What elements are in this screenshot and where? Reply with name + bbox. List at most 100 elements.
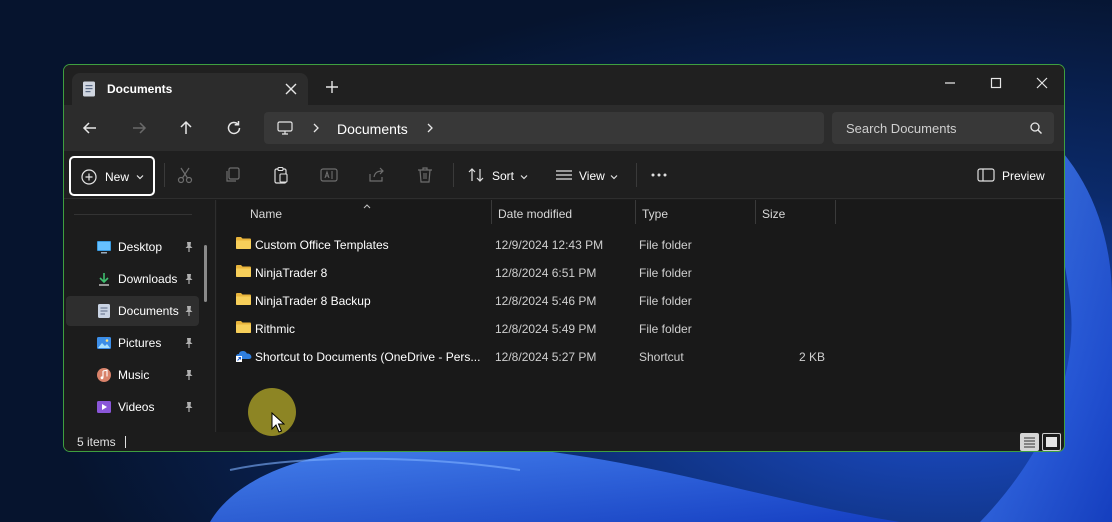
sidebar-item-label: Documents [118, 304, 179, 318]
new-button[interactable]: New [69, 156, 155, 196]
column-header-date[interactable]: Date modified [498, 207, 572, 221]
table-row[interactable]: NinjaTrader 8 12/8/2024 6:51 PM File fol… [233, 258, 843, 286]
up-arrow-icon[interactable] [175, 117, 197, 139]
sidebar-item-downloads[interactable]: Downloads [66, 264, 199, 294]
file-type: File folder [639, 238, 692, 252]
sidebar-scrollbar[interactable] [204, 245, 207, 302]
music-icon [96, 367, 112, 383]
sort-button[interactable]: Sort [492, 169, 514, 183]
document-icon [96, 303, 112, 319]
column-divider[interactable] [835, 200, 836, 224]
sidebar-item-label: Downloads [118, 272, 178, 286]
tab-documents[interactable]: Documents [72, 73, 308, 105]
sidebar-item-videos[interactable]: Videos [66, 392, 199, 422]
forward-arrow-icon[interactable] [128, 117, 150, 139]
pin-icon[interactable] [184, 273, 194, 288]
search-placeholder: Search Documents [846, 121, 957, 136]
chevron-right-icon[interactable] [425, 122, 435, 137]
column-divider[interactable] [755, 200, 756, 224]
new-tab-icon[interactable] [324, 79, 340, 95]
file-type: File folder [639, 294, 692, 308]
item-count: 5 items [77, 435, 116, 449]
sidebar-item-music[interactable]: Music [66, 360, 199, 390]
column-header-type[interactable]: Type [642, 207, 668, 221]
chevron-right-icon[interactable] [311, 122, 321, 137]
navigation-pane: Desktop Downloads Documents Pictures Mus… [64, 200, 216, 432]
refresh-icon[interactable] [223, 117, 245, 139]
status-bar: 5 items [64, 432, 1064, 451]
pin-icon[interactable] [184, 337, 194, 352]
back-arrow-icon[interactable] [79, 117, 101, 139]
this-pc-icon[interactable] [277, 121, 293, 138]
chevron-down-icon[interactable] [519, 171, 529, 185]
sidebar-item-documents[interactable]: Documents [66, 296, 199, 326]
pin-icon[interactable] [184, 401, 194, 416]
paste-icon[interactable] [271, 165, 291, 185]
delete-icon[interactable] [415, 165, 435, 185]
table-row[interactable]: Shortcut to Documents (OneDrive - Pers..… [233, 342, 843, 370]
table-row[interactable]: Custom Office Templates 12/9/2024 12:43 … [233, 230, 843, 258]
file-name: NinjaTrader 8 [255, 266, 328, 280]
navigation-bar: Documents Search Documents [64, 105, 1064, 151]
pin-icon[interactable] [184, 369, 194, 384]
videos-icon [96, 399, 112, 415]
chevron-down-icon[interactable] [609, 171, 619, 185]
sort-ascending-icon [362, 199, 372, 213]
details-view-icon[interactable] [1020, 433, 1039, 451]
sidebar-item-pictures[interactable]: Pictures [66, 328, 199, 358]
plus-circle-icon [80, 168, 98, 189]
maximize-icon[interactable] [984, 71, 1008, 95]
toolbar-divider [453, 163, 454, 187]
document-icon [82, 81, 96, 100]
file-size: 2 KB [798, 350, 825, 364]
sidebar-item-label: Videos [118, 400, 155, 414]
address-bar[interactable]: Documents [264, 112, 824, 144]
pictures-icon [96, 335, 112, 351]
more-options-icon[interactable] [649, 165, 669, 185]
rename-icon[interactable] [319, 165, 339, 185]
file-date: 12/9/2024 12:43 PM [495, 238, 604, 252]
table-row[interactable]: Rithmic 12/8/2024 5:49 PM File folder [233, 314, 843, 342]
column-header-name[interactable]: Name [250, 207, 282, 221]
sort-icon[interactable] [466, 165, 486, 185]
search-icon[interactable] [1029, 121, 1043, 138]
view-icon[interactable] [554, 165, 574, 185]
command-bar: New Sort View Preview [64, 151, 1064, 199]
table-row[interactable]: NinjaTrader 8 Backup 12/8/2024 5:46 PM F… [233, 286, 843, 314]
tiles-view-icon[interactable] [1042, 433, 1061, 451]
sidebar-item-desktop[interactable]: Desktop [66, 232, 199, 262]
cut-icon[interactable] [175, 165, 195, 185]
sidebar-item-label: Pictures [118, 336, 162, 350]
column-divider[interactable] [491, 200, 492, 224]
file-type: File folder [639, 322, 692, 336]
file-name: Rithmic [255, 322, 296, 336]
pin-icon[interactable] [184, 305, 194, 320]
file-date: 12/8/2024 5:49 PM [495, 322, 597, 336]
sidebar-item-label: Desktop [118, 240, 163, 254]
toolbar-divider [164, 163, 165, 187]
column-header-size[interactable]: Size [762, 207, 785, 221]
close-window-icon[interactable] [1030, 71, 1054, 95]
preview-pane-icon[interactable] [976, 165, 996, 185]
sidebar-divider [74, 214, 192, 215]
minimize-icon[interactable] [938, 71, 962, 95]
folder-icon [235, 292, 252, 309]
column-divider[interactable] [635, 200, 636, 224]
file-list: Name Date modified Type Size Custom Offi… [217, 200, 1064, 432]
folder-icon [235, 320, 252, 337]
copy-icon[interactable] [223, 165, 243, 185]
file-date: 12/8/2024 5:46 PM [495, 294, 597, 308]
pin-icon[interactable] [184, 241, 194, 256]
share-icon[interactable] [367, 165, 387, 185]
close-tab-icon[interactable] [282, 80, 300, 98]
file-date: 12/8/2024 5:27 PM [495, 350, 597, 364]
file-explorer-window: Documents Documents Search Documents New… [63, 64, 1065, 452]
mouse-cursor-icon [271, 411, 286, 437]
title-bar: Documents [64, 65, 1064, 105]
search-input[interactable]: Search Documents [832, 112, 1054, 144]
breadcrumb-documents[interactable]: Documents [337, 121, 408, 137]
preview-button[interactable]: Preview [1002, 169, 1045, 183]
view-button[interactable]: View [579, 169, 605, 183]
desktop-icon [96, 239, 112, 255]
file-type: File folder [639, 266, 692, 280]
